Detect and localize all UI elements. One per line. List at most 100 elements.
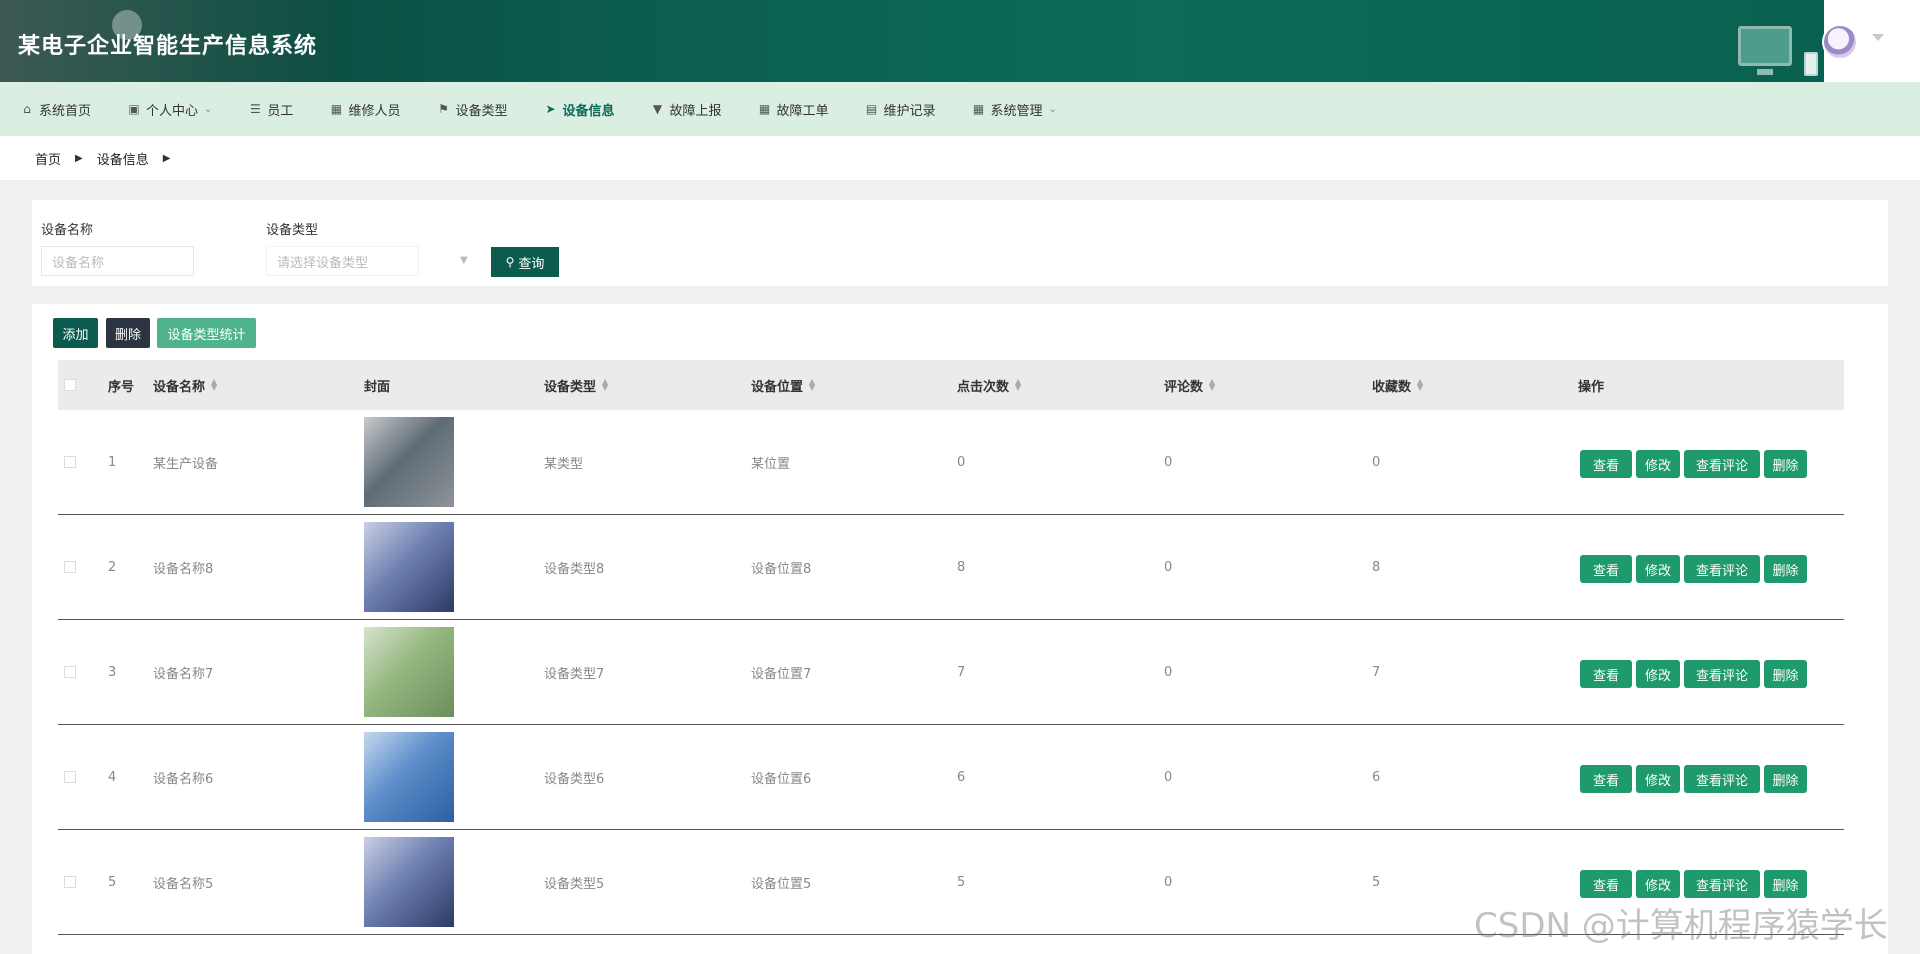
- sort-icon: ▲ ▼: [1015, 377, 1022, 392]
- col-clicks[interactable]: 点击次数 ▲ ▼: [957, 360, 1021, 410]
- nav-item-label: 个人中心: [146, 103, 199, 119]
- row-device-name: 设备名称5: [153, 876, 214, 892]
- avatar[interactable]: [1822, 24, 1858, 60]
- row-checkbox[interactable]: [64, 876, 76, 888]
- nav-item-label: 维护记录: [883, 103, 936, 119]
- col-cover: 封面: [364, 379, 391, 395]
- device-type-label: 设备类型: [266, 223, 319, 238]
- breadcrumb-current: 设备信息: [96, 152, 149, 168]
- monitor-icon: [1738, 26, 1792, 75]
- view-comments-button[interactable]: 查看评论: [1684, 450, 1760, 478]
- view-button[interactable]: 查看: [1580, 555, 1632, 583]
- view-button[interactable]: 查看: [1580, 660, 1632, 688]
- row-device-location: 设备位置5: [751, 876, 812, 892]
- nav-item-3[interactable]: ▦ 维修人员: [329, 100, 401, 119]
- device-cover-image: [364, 837, 454, 927]
- nav-item-9[interactable]: ▦ 系统管理 ⌄: [972, 100, 1057, 119]
- edit-button[interactable]: 修改: [1636, 555, 1680, 583]
- view-button[interactable]: 查看: [1580, 765, 1632, 793]
- delete-row-button[interactable]: 删除: [1764, 765, 1807, 793]
- delete-row-button[interactable]: 删除: [1764, 450, 1807, 478]
- view-button[interactable]: 查看: [1580, 870, 1632, 898]
- sort-icon: ▲ ▼: [1209, 377, 1216, 392]
- row-device-location: 设备位置7: [751, 666, 812, 682]
- edit-button[interactable]: 修改: [1636, 870, 1680, 898]
- edit-button[interactable]: 修改: [1636, 660, 1680, 688]
- row-index: 2: [108, 559, 117, 575]
- nav-item-label: 故障上报: [669, 103, 722, 119]
- sort-icon: ▲ ▼: [809, 377, 816, 392]
- row-checkbox[interactable]: [64, 456, 76, 468]
- nav-item-8[interactable]: ▤ 维护记录: [865, 100, 936, 119]
- nav-item-2[interactable]: ☰ 员工: [248, 100, 293, 119]
- row-checkbox[interactable]: [64, 561, 76, 573]
- nav-item-label: 维修人员: [348, 103, 401, 119]
- nav-item-7[interactable]: ▦ 故障工单: [758, 100, 829, 119]
- edit-button[interactable]: 修改: [1636, 765, 1680, 793]
- row-checkbox[interactable]: [64, 771, 76, 783]
- nav-item-6[interactable]: ▼ 故障上报: [650, 100, 722, 119]
- view-comments-button[interactable]: 查看评论: [1684, 660, 1760, 688]
- delete-row-button[interactable]: 删除: [1764, 555, 1807, 583]
- nav-item-4[interactable]: ⚑ 设备类型: [436, 100, 507, 119]
- top-nav: ⌂ 系统首页 ▣ 个人中心 ⌄ ☰ 员工 ▦ 维修人员 ⚑ 设备类型 ➤ 设备信息 ▼ 故障上报 ▦ 故障工单 ▤…: [0, 82, 1920, 136]
- chevron-down-icon[interactable]: ▼: [460, 255, 468, 266]
- delete-row-button[interactable]: 删除: [1764, 660, 1807, 688]
- row-device-location: 设备位置6: [751, 771, 812, 787]
- app-header: 某电子企业智能生产信息系统: [0, 0, 1920, 82]
- edit-button[interactable]: 修改: [1636, 450, 1680, 478]
- view-comments-button[interactable]: 查看评论: [1684, 870, 1760, 898]
- select-all-checkbox[interactable]: [64, 379, 76, 391]
- nav-item-label: 系统首页: [39, 103, 92, 119]
- row-device-type: 设备类型7: [544, 666, 605, 682]
- row-checkbox[interactable]: [64, 666, 76, 678]
- row-favorites: 0: [1372, 454, 1381, 470]
- device-cover-image: [364, 417, 454, 507]
- view-comments-button[interactable]: 查看评论: [1684, 555, 1760, 583]
- query-button[interactable]: ⚲ 查询: [491, 247, 559, 277]
- row-favorites: 8: [1372, 559, 1381, 575]
- system-title: 某电子企业智能生产信息系统: [18, 34, 318, 59]
- view-comments-button[interactable]: 查看评论: [1684, 765, 1760, 793]
- device-name-label: 设备名称: [41, 223, 94, 238]
- card-icon: ▣: [128, 102, 140, 116]
- breadcrumb-home[interactable]: 首页: [35, 149, 61, 168]
- chevron-right-icon: ▶: [162, 152, 171, 164]
- breadcrumb: 首页 ▶ 设备信息 ▶: [0, 136, 1920, 180]
- type-stat-button[interactable]: 设备类型统计: [157, 318, 256, 348]
- col-index: 序号: [108, 379, 135, 395]
- nav-item-5[interactable]: ➤ 设备信息: [543, 100, 614, 119]
- chevron-down-icon[interactable]: [1872, 34, 1884, 41]
- grid-icon: ▦: [758, 102, 771, 116]
- col-name[interactable]: 设备名称 ▲ ▼: [153, 360, 217, 410]
- search-icon: ⚲: [505, 255, 515, 269]
- col-location[interactable]: 设备位置 ▲ ▼: [751, 360, 815, 410]
- row-clicks: 0: [957, 454, 966, 470]
- nav-item-1[interactable]: ▣ 个人中心 ⌄: [127, 100, 212, 119]
- col-comments[interactable]: 评论数 ▲ ▼: [1164, 360, 1215, 410]
- table-row: 4 设备名称6 设备类型6 设备位置6 6 0 6 查看 修改 查看评论 删除: [58, 725, 1844, 830]
- watermark: CSDN @计算机程序猿学长: [1474, 906, 1888, 946]
- row-favorites: 6: [1372, 769, 1381, 785]
- row-clicks: 8: [957, 559, 966, 575]
- col-actions: 操作: [1578, 379, 1605, 395]
- nav-item-0[interactable]: ⌂ 系统首页: [20, 100, 91, 119]
- row-clicks: 5: [957, 874, 966, 890]
- device-cover-image: [364, 522, 454, 612]
- delete-button[interactable]: 删除: [106, 318, 150, 348]
- sort-icon: ▲ ▼: [1417, 377, 1424, 392]
- device-type-select[interactable]: 请选择设备类型: [266, 246, 419, 276]
- device-name-input[interactable]: 设备名称: [41, 246, 194, 276]
- row-index: 1: [108, 454, 117, 470]
- row-comments: 0: [1164, 874, 1173, 890]
- view-button[interactable]: 查看: [1580, 450, 1632, 478]
- nav-item-label: 员工: [267, 103, 294, 119]
- col-favorites[interactable]: 收藏数 ▲ ▼: [1372, 360, 1423, 410]
- grid-icon: ▦: [972, 102, 985, 116]
- nav-item-label: 系统管理: [990, 103, 1043, 119]
- delete-row-button[interactable]: 删除: [1764, 870, 1807, 898]
- add-button[interactable]: 添加: [53, 318, 98, 348]
- device-cover-image: [364, 627, 454, 717]
- row-device-name: 某生产设备: [153, 456, 219, 472]
- col-type[interactable]: 设备类型 ▲ ▼: [544, 360, 608, 410]
